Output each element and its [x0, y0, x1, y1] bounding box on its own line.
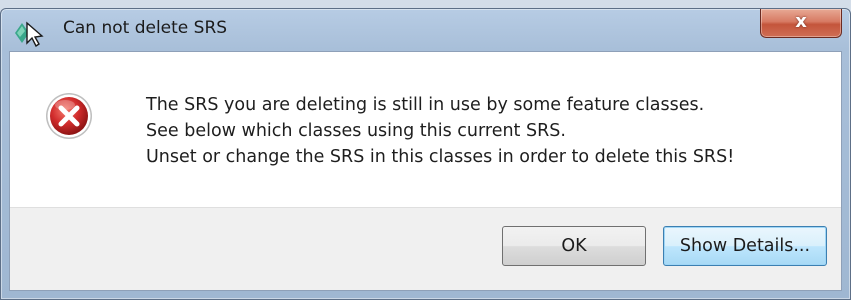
close-icon: x	[795, 11, 807, 32]
close-button[interactable]: x	[760, 9, 842, 38]
title-bar[interactable]: Can not delete SRS x	[1, 9, 850, 51]
window-title: Can not delete SRS	[63, 18, 228, 38]
button-bar: OK Show Details...	[10, 207, 841, 290]
dialog-window: Can not delete SRS x The SRS you are del…	[0, 8, 851, 300]
dialog-content: The SRS you are deleting is still in use…	[9, 51, 842, 291]
error-message: The SRS you are deleting is still in use…	[146, 92, 836, 170]
ok-button[interactable]: OK	[502, 226, 646, 266]
app-icon	[15, 21, 44, 47]
message-line: The SRS you are deleting is still in use…	[146, 95, 705, 115]
error-icon	[46, 93, 92, 139]
message-line: Unset or change the SRS in this classes …	[146, 147, 735, 167]
show-details-button[interactable]: Show Details...	[663, 226, 827, 266]
message-line: See below which classes using this curre…	[146, 121, 566, 141]
